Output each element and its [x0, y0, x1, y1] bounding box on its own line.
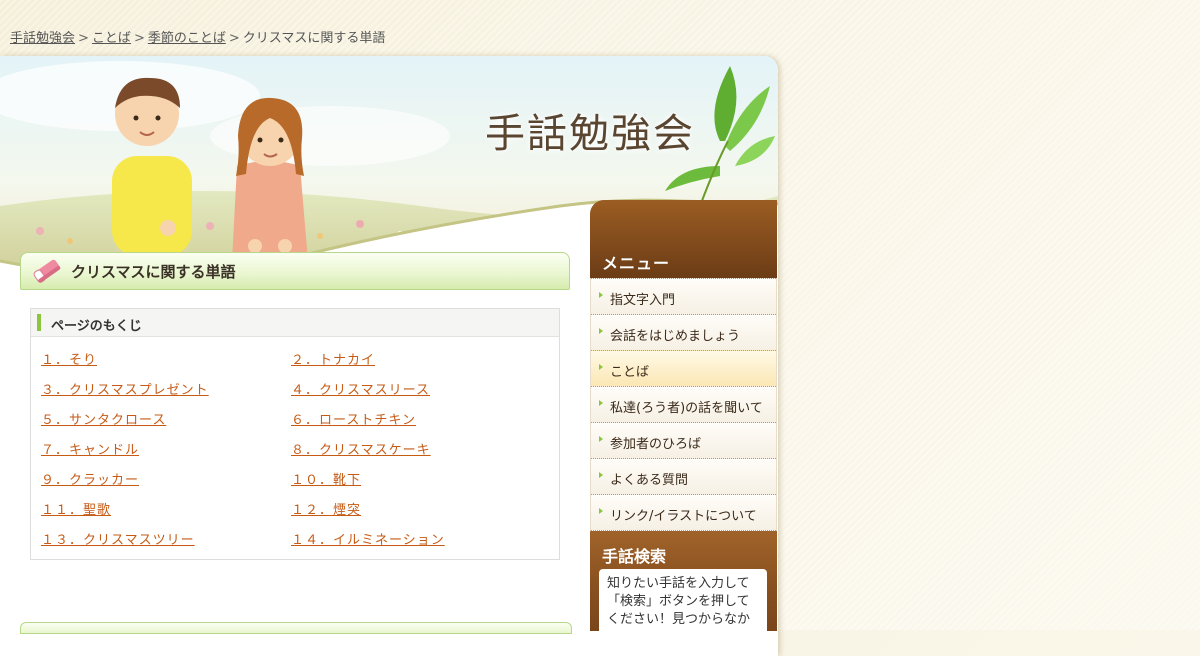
toc-link[interactable]: ４．クリスマスリース [291, 379, 430, 398]
page-title: クリスマスに関する単語 [71, 263, 236, 281]
toc-link[interactable]: １１．聖歌 [41, 499, 111, 518]
breadcrumb-separator: > [133, 31, 145, 46]
menu-item-hiroba[interactable]: 参加者のひろば [591, 422, 776, 458]
menu-item-label: 指文字入門 [610, 293, 676, 308]
menu-heading: メニュー [602, 254, 671, 273]
girl-illustration [232, 97, 308, 261]
search-description: 知りたい手話を入力して「検索」ボタンを押してください！見つからなか [599, 569, 767, 639]
menu-item-rousha[interactable]: 私達(ろう者)の話を聞いて [591, 386, 776, 422]
menu-item-label: 参加者のひろば [610, 437, 702, 452]
page-title-bar: クリスマスに関する単語 [20, 252, 570, 290]
toc-link[interactable]: ９．クラッカー [41, 469, 139, 488]
toc-link[interactable]: ５．サンタクロース [41, 409, 166, 428]
toc-link[interactable]: ６．ローストチキン [291, 409, 416, 428]
toc-heading: ページのもくじ [51, 319, 142, 334]
toc-link[interactable]: １．そり [41, 349, 97, 368]
breadcrumb-separator: > [228, 31, 240, 46]
sidebar: メニュー 指文字入門 会話をはじめましょう ことば 私達(ろう者)の話を聞いて … [590, 200, 777, 639]
table-of-contents: ページのもくじ １．そり ２．トナカイ ３．クリスマスプレゼント ４．クリスマス… [30, 308, 560, 560]
toc-link[interactable]: １２．煙突 [291, 499, 361, 518]
site-title: 手話勉強会 [485, 111, 695, 157]
breadcrumb: 手話勉強会 > ことば > 季節のことば > クリスマスに関する単語 [10, 27, 385, 46]
toc-link[interactable]: ７．キャンドル [41, 439, 139, 458]
toc-header-accent [37, 314, 41, 331]
menu-item-label: 私達(ろう者)の話を聞いて [610, 401, 763, 416]
arrow-right-icon [599, 472, 603, 478]
breadcrumb-current: クリスマスに関する単語 [242, 31, 386, 46]
breadcrumb-link-home[interactable]: 手話勉強会 [10, 31, 75, 46]
menu-item-label: ことば [610, 365, 650, 380]
menu-item-label: リンク/イラストについて [610, 509, 757, 524]
breadcrumb-link-season[interactable]: 季節のことば [148, 31, 226, 46]
toc-header: ページのもくじ [31, 309, 559, 337]
eraser-icon [33, 259, 61, 283]
arrow-right-icon [599, 328, 603, 334]
search-heading: 手話検索 [602, 547, 667, 566]
menu-item-faq[interactable]: よくある質問 [591, 458, 776, 494]
menu-item-label: 会話をはじめましょう [610, 329, 741, 344]
toc-link[interactable]: ８．クリスマスケーキ [291, 439, 431, 458]
menu-header: メニュー [590, 200, 777, 278]
menu-list: 指文字入門 会話をはじめましょう ことば 私達(ろう者)の話を聞いて 参加者のひ… [590, 278, 777, 531]
arrow-right-icon [599, 364, 603, 370]
arrow-right-icon [599, 508, 603, 514]
sign-search-panel: 手話検索 知りたい手話を入力して「検索」ボタンを押してください！見つからなか [590, 531, 777, 639]
next-section-header [20, 622, 572, 634]
toc-link[interactable]: １０．靴下 [291, 469, 361, 488]
arrow-right-icon [599, 292, 603, 298]
menu-item-yubimoji[interactable]: 指文字入門 [591, 278, 776, 314]
menu-item-label: よくある質問 [610, 473, 689, 488]
menu-item-link[interactable]: リンク/イラストについて [591, 494, 776, 531]
arrow-right-icon [599, 436, 603, 442]
toc-link[interactable]: ２．トナカイ [291, 349, 375, 368]
toc-link[interactable]: ３．クリスマスプレゼント [41, 379, 209, 398]
toc-link[interactable]: １４．イルミネーション [291, 529, 445, 548]
breadcrumb-link-kotoba[interactable]: ことば [92, 31, 131, 46]
toc-link[interactable]: １３．クリスマスツリー [41, 529, 195, 548]
main-content: クリスマスに関する単語 ページのもくじ １．そり ２．トナカイ ３．クリスマスプ… [20, 252, 570, 560]
menu-item-kaiwa[interactable]: 会話をはじめましょう [591, 314, 776, 350]
breadcrumb-separator: > [78, 31, 89, 46]
arrow-right-icon [599, 400, 603, 406]
menu-item-kotoba[interactable]: ことば [591, 350, 776, 386]
